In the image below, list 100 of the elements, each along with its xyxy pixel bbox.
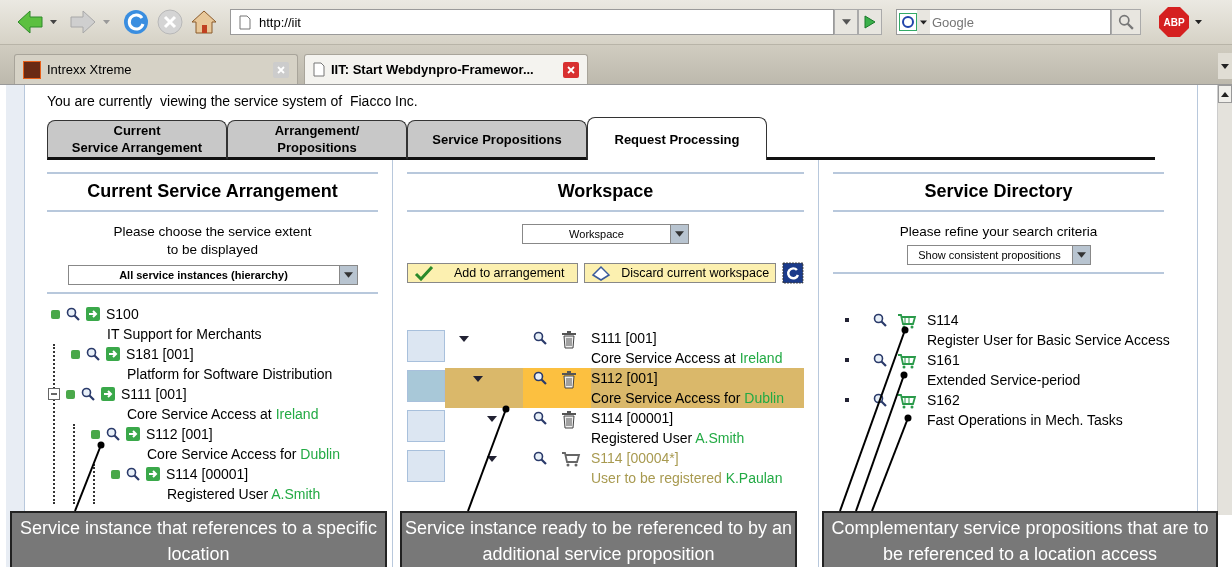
tab[interactable]: Request Processing: [587, 117, 767, 160]
refresh-icon[interactable]: [782, 262, 804, 284]
close-icon: [277, 65, 285, 74]
node-status-icon: [91, 429, 100, 439]
arrow-icon[interactable]: [101, 387, 115, 401]
search-field[interactable]: Google: [896, 9, 1111, 35]
search-icon[interactable]: [533, 371, 547, 385]
service-description: Core Service Access at Ireland: [591, 349, 783, 368]
arrow-icon[interactable]: [106, 347, 120, 361]
caret-icon: [841, 19, 851, 25]
search-icon[interactable]: [81, 387, 95, 401]
bullet-icon: [845, 358, 849, 362]
bullet-icon: [845, 398, 849, 402]
service-code: S114 [00001]: [166, 466, 249, 482]
play-icon: [864, 15, 876, 29]
caret-icon[interactable]: [459, 336, 469, 342]
caret-icon[interactable]: [1195, 19, 1202, 25]
address-bar[interactable]: http://iit: [230, 9, 834, 35]
caret-icon: [1221, 63, 1229, 69]
collapse-toggle[interactable]: [48, 388, 60, 400]
caret-icon: [675, 231, 684, 237]
add-button[interactable]: Add to arrangement: [407, 263, 579, 283]
arrow-icon[interactable]: [126, 427, 140, 441]
service-description: Registered User A.Smith: [591, 429, 745, 448]
panel-title: Workspace: [407, 174, 804, 212]
adblock-button[interactable]: ABP: [1159, 7, 1189, 37]
service-code: S112 [001]: [146, 426, 213, 442]
app-icon: [23, 60, 41, 79]
node-status-icon: [66, 389, 75, 399]
caret-icon[interactable]: [487, 416, 497, 422]
node-status-icon: [71, 349, 80, 359]
workspace-dropdown[interactable]: Workspace: [522, 224, 689, 244]
bullet-icon: [845, 318, 849, 322]
caret-icon: [1076, 252, 1086, 258]
leader-line: [74, 441, 105, 512]
search-button[interactable]: [1111, 9, 1141, 35]
search-icon[interactable]: [106, 427, 120, 441]
caret-icon[interactable]: [487, 456, 497, 462]
service-code: S100: [106, 306, 139, 322]
search-icon[interactable]: [873, 353, 887, 367]
service-description: Registered User A.Smith: [166, 485, 322, 504]
callout-box: Service instance ready to be referenced to by an additional service proposition: [400, 511, 797, 567]
tab-list-button[interactable]: [1218, 53, 1232, 79]
dropdown-button[interactable]: [834, 9, 858, 35]
callout-box: Service instance that references to a specific location: [10, 511, 387, 567]
service-description: IT Support for Merchants: [106, 325, 263, 344]
tab[interactable]: Service Propositions: [407, 120, 587, 160]
service-code: S112 [001]: [591, 369, 659, 388]
service-description: Core Service Access for Dublin: [591, 389, 784, 408]
service-code: S114 [00001]: [591, 409, 675, 428]
search-icon[interactable]: [533, 331, 547, 345]
caret-icon[interactable]: [50, 19, 57, 25]
search-icon[interactable]: [533, 451, 547, 465]
close-button[interactable]: [563, 61, 579, 78]
search-icon[interactable]: [533, 411, 547, 425]
search-icon[interactable]: [873, 313, 887, 327]
caret-icon[interactable]: [920, 19, 927, 25]
service-description: User to be registered K.Paulan: [591, 469, 783, 488]
cart-icon[interactable]: [897, 313, 917, 329]
page-icon: [239, 14, 251, 30]
arrow-icon[interactable]: [146, 467, 160, 481]
service-description: Platform for Software Distribution: [126, 365, 334, 384]
service-description: Core Service Access at Ireland: [126, 405, 320, 424]
service-description: Register User for Basic Service Access: [927, 331, 1170, 350]
go-button[interactable]: [858, 9, 882, 35]
search-icon[interactable]: [873, 393, 887, 407]
filter-dropdown[interactable]: Show consistent propositions: [906, 245, 1091, 265]
trash-icon[interactable]: [561, 331, 577, 349]
service-code: S181 [001]: [126, 346, 194, 362]
check-icon: [414, 265, 434, 281]
discard-button[interactable]: Discard current workspace: [584, 263, 777, 283]
scrollbar[interactable]: [1217, 85, 1232, 515]
home-icon[interactable]: [190, 8, 218, 36]
service-code: S111 [001]: [591, 329, 658, 348]
trash-icon[interactable]: [561, 411, 577, 429]
caret-icon: [343, 272, 353, 278]
search-icon[interactable]: [86, 347, 100, 361]
caret-icon[interactable]: [473, 376, 483, 382]
callout-box: Complementary service propositions that are to be referenced to a location access: [822, 511, 1218, 567]
service-description: Fast Operations in Mech. Tasks: [927, 411, 1123, 430]
service-code: S161: [927, 351, 961, 370]
node-status-icon: [51, 309, 60, 319]
search-icon[interactable]: [126, 467, 140, 481]
trash-icon[interactable]: [561, 371, 577, 389]
service-code: S114: [927, 311, 960, 330]
panel-title: Current Service Arrangement: [47, 174, 378, 212]
browser-tab[interactable]: Intrexx Xtreme: [14, 54, 298, 84]
arrow-icon[interactable]: [86, 307, 100, 321]
google-icon: [899, 13, 917, 31]
extent-dropdown[interactable]: All service instances (hierarchy): [67, 265, 358, 285]
tab[interactable]: Arrangement/ Propositions: [227, 120, 407, 160]
browser-tab[interactable]: IIT: Start Webdynpro-Framewor...: [304, 54, 588, 84]
scroll-up-arrow-icon[interactable]: [1221, 92, 1229, 97]
service-code: S162: [927, 391, 961, 410]
search-icon[interactable]: [66, 307, 80, 321]
tab[interactable]: Current Service Arrangement: [47, 120, 227, 160]
reload-icon[interactable]: [122, 8, 150, 36]
service-description: Extended Service-period: [927, 371, 1081, 390]
back-arrow-icon[interactable]: [16, 9, 44, 35]
prompt-text: Please refine your search criteria: [898, 223, 1099, 241]
